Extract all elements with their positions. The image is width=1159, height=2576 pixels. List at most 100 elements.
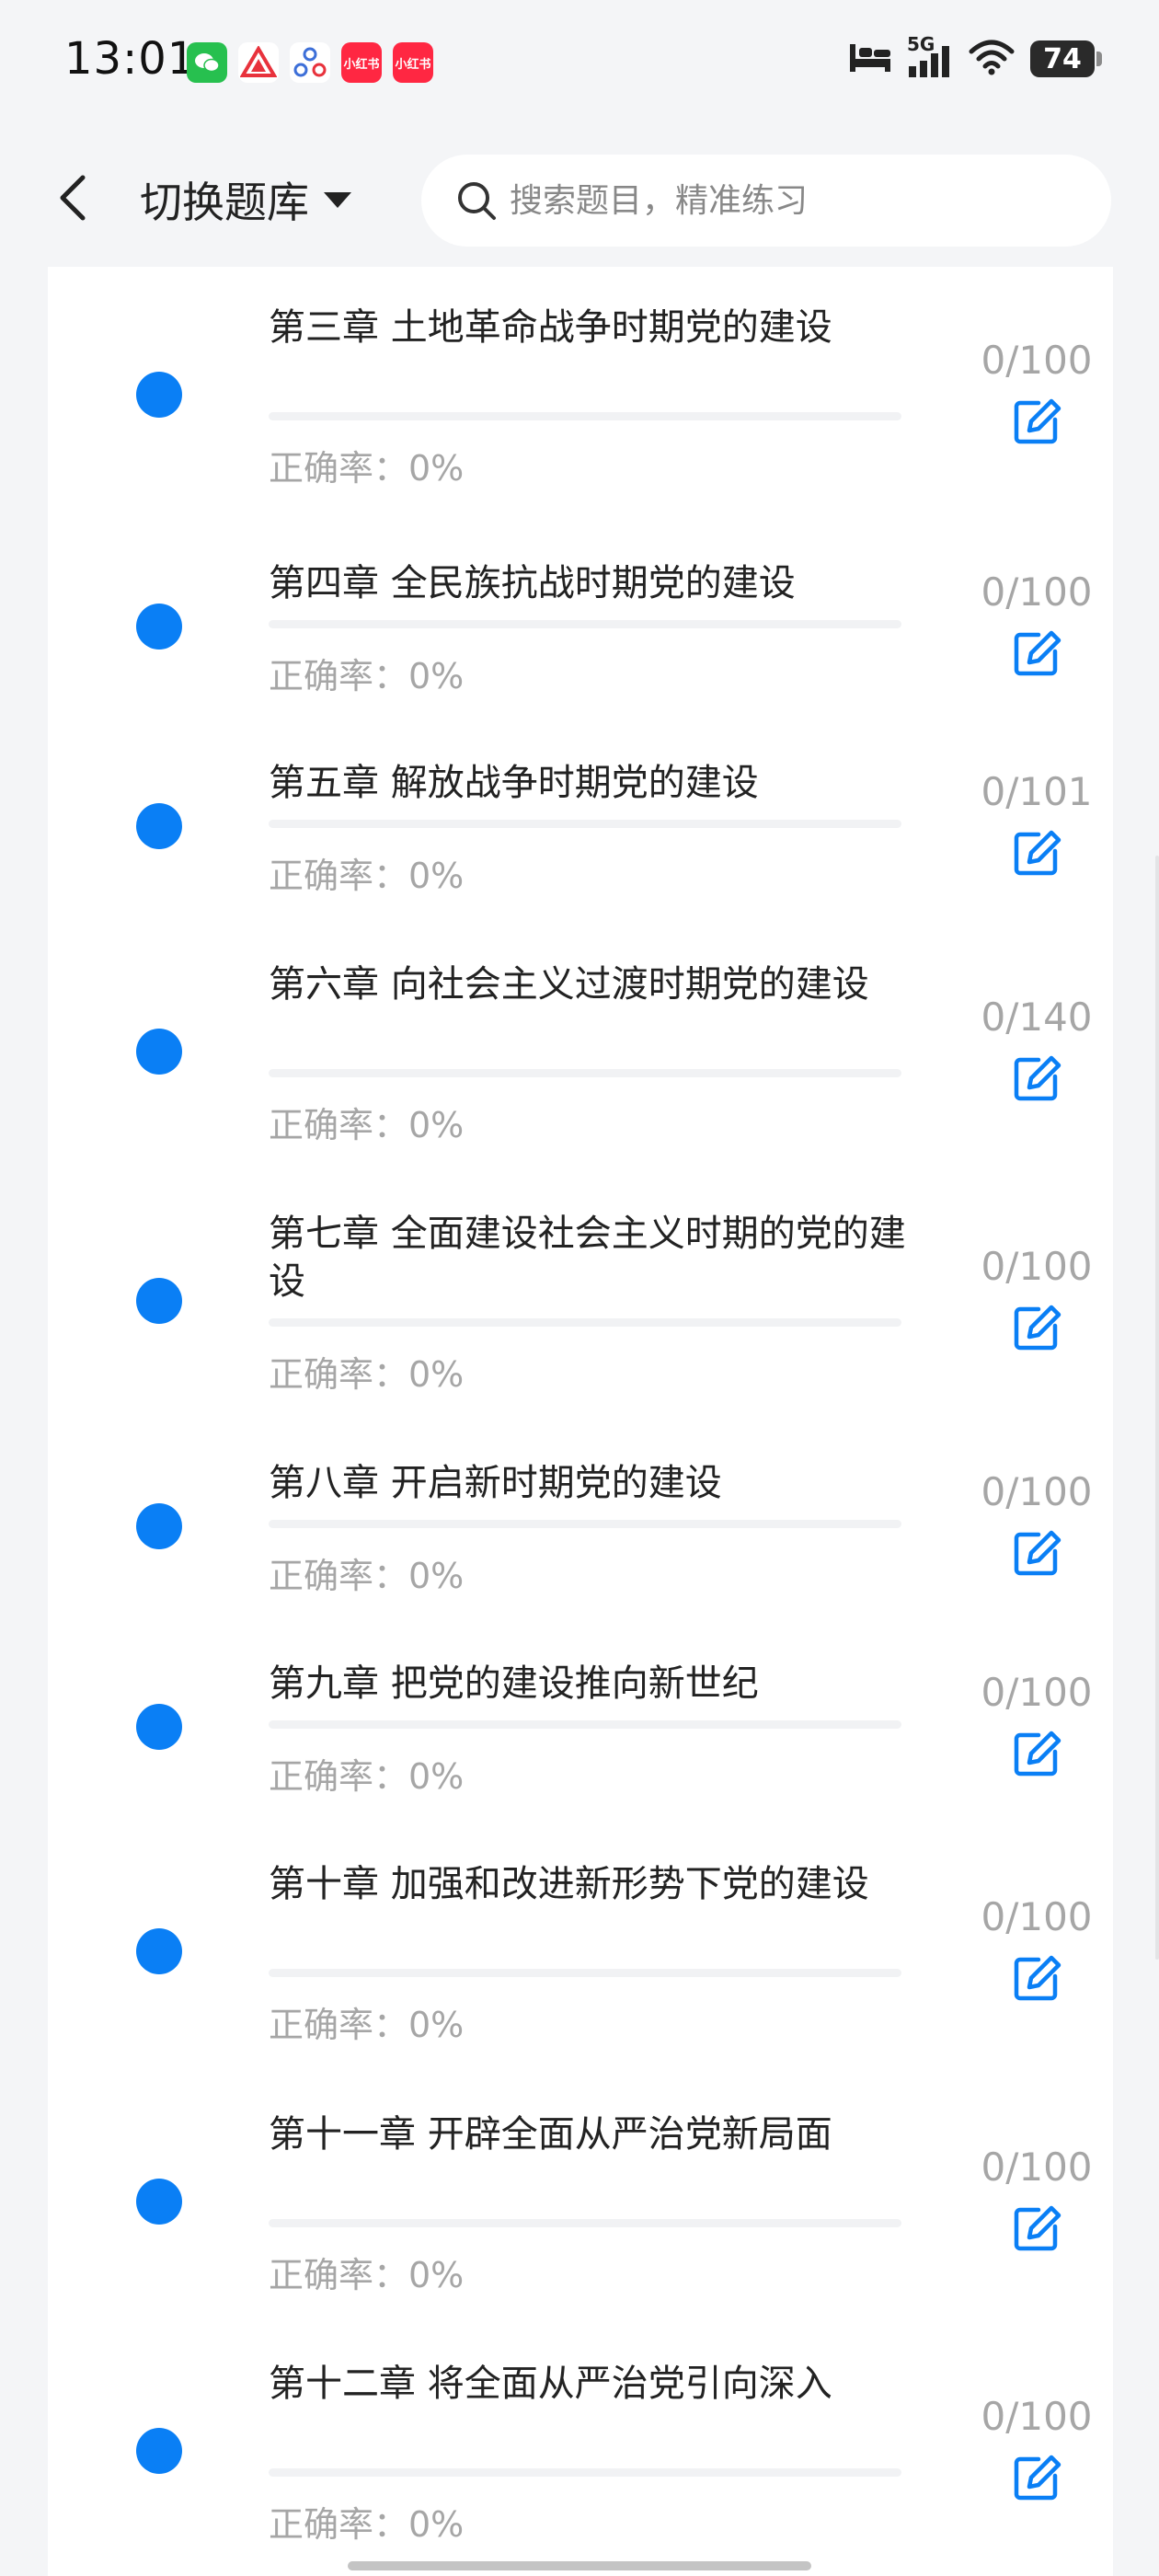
top-nav-bar: 切换题库: [0, 129, 1159, 267]
chapter-question-count: 0/100: [981, 1244, 1093, 1289]
chapter-accuracy: 正确率：0%: [269, 2255, 465, 2295]
practice-edit-button[interactable]: [1001, 385, 1073, 457]
chapter-progress-bar: [269, 1969, 901, 1977]
chapter-accuracy: 正确率：0%: [269, 1354, 465, 1395]
caret-down-icon: [324, 192, 351, 208]
chapter-accuracy: 正确率：0%: [269, 656, 465, 696]
practice-edit-button[interactable]: [1001, 1292, 1073, 1363]
chapter-dot: [136, 1029, 182, 1075]
chapter-dot: [136, 1704, 182, 1750]
nodes-app-icon: [290, 42, 330, 83]
chapter-dot: [136, 372, 182, 418]
edit-icon: [1014, 630, 1061, 676]
chapter-question-count: 0/100: [981, 569, 1093, 615]
chapter-title: 第三章 土地革命战争时期党的建设: [269, 306, 832, 349]
signal-icon: 5G: [907, 33, 953, 79]
chapter-title: 第八章 开启新时期党的建设: [269, 1462, 722, 1504]
switch-question-bank-button[interactable]: 切换题库: [140, 169, 353, 230]
chapter-item[interactable]: 第十章 加强和改进新形势下党的建设 正确率：0% 0/100: [48, 1860, 1113, 2045]
search-bar[interactable]: [421, 155, 1111, 247]
status-time: 13:01: [64, 33, 197, 85]
chapter-dot: [136, 2179, 182, 2225]
chapter-question-count: 0/100: [981, 338, 1093, 383]
chapter-progress-bar: [269, 1520, 901, 1528]
chapter-progress-bar: [269, 1720, 901, 1729]
xiaohongshu-label: 小红书: [395, 57, 431, 72]
practice-edit-button[interactable]: [1001, 817, 1073, 889]
xiaohongshu-label: 小红书: [343, 57, 380, 72]
chapter-accuracy: 正确率：0%: [269, 2504, 465, 2545]
chapter-item[interactable]: 第八章 开启新时期党的建设 正确率：0% 0/100: [48, 1459, 1113, 1596]
chapter-question-count: 0/100: [981, 2394, 1093, 2439]
practice-edit-button[interactable]: [1001, 617, 1073, 689]
chapter-progress-bar: [269, 2468, 901, 2477]
chapter-question-count: 0/100: [981, 2145, 1093, 2190]
chapter-item[interactable]: 第十二章 将全面从严治党引向深入 正确率：0% 0/100: [48, 2360, 1113, 2545]
wechat-icon: [187, 42, 227, 83]
back-button[interactable]: [37, 161, 110, 235]
chapter-accuracy: 正确率：0%: [269, 448, 465, 489]
practice-edit-button[interactable]: [1001, 1942, 1073, 2014]
chapter-title: 第六章 向社会主义过渡时期党的建设: [269, 963, 869, 1006]
chapter-title: 第七章 全面建设社会主义时期的党的建设: [269, 1213, 906, 1303]
wifi-icon: [968, 39, 1016, 79]
practice-edit-button[interactable]: [1001, 1042, 1073, 1114]
practice-edit-button[interactable]: [1001, 1517, 1073, 1589]
chevron-left-icon: [60, 175, 86, 221]
practice-edit-button[interactable]: [1001, 2442, 1073, 2513]
edit-icon: [1014, 2455, 1061, 2501]
chapter-progress-bar: [269, 1318, 901, 1327]
notification-icons: 小红书 小红书: [187, 42, 433, 83]
chapter-dot: [136, 1503, 182, 1549]
status-indicators: 5G 74: [848, 33, 1102, 79]
chapter-title: 第十章 加强和改进新形势下党的建设: [269, 1863, 869, 1905]
chapter-item[interactable]: 第十一章 开辟全面从严治党新局面 正确率：0% 0/100: [48, 2110, 1113, 2295]
home-indicator[interactable]: [348, 2561, 811, 2570]
practice-edit-button[interactable]: [1001, 1718, 1073, 1789]
edit-icon: [1014, 1530, 1061, 1576]
edit-icon: [1014, 398, 1061, 444]
chapter-dot: [136, 1928, 182, 1974]
chapter-item[interactable]: 第九章 把党的建设推向新世纪 正确率：0% 0/100: [48, 1660, 1113, 1797]
search-input[interactable]: [508, 180, 1082, 221]
status-bar: 13:01 小红书 小红书 5G 74: [0, 0, 1159, 129]
chapter-item[interactable]: 第四章 全民族抗战时期党的建设 正确率：0% 0/100: [48, 559, 1113, 696]
edit-icon: [1014, 1731, 1061, 1777]
chapter-question-count: 0/100: [981, 1670, 1093, 1715]
chapter-progress-bar: [269, 2219, 901, 2227]
chapter-item[interactable]: 第五章 解放战争时期党的建设 正确率：0% 0/101: [48, 759, 1113, 896]
battery-indicator: 74: [1030, 40, 1102, 77]
chapter-accuracy: 正确率：0%: [269, 1556, 465, 1596]
practice-edit-button[interactable]: [1001, 2192, 1073, 2264]
chapter-accuracy: 正确率：0%: [269, 1105, 465, 1145]
chapter-dot: [136, 803, 182, 849]
chapter-dot: [136, 2428, 182, 2474]
chapter-title: 第五章 解放战争时期党的建设: [269, 762, 759, 804]
scrollbar[interactable]: [1155, 856, 1159, 1960]
chapter-item[interactable]: 第三章 土地革命战争时期党的建设 正确率：0% 0/100: [48, 304, 1113, 489]
chapter-progress-bar: [269, 412, 901, 420]
search-icon: [458, 182, 496, 220]
chapter-accuracy: 正确率：0%: [269, 2005, 465, 2045]
chapter-item[interactable]: 第七章 全面建设社会主义时期的党的建设正确率：0% 0/100: [48, 1210, 1113, 1395]
chapter-question-count: 0/100: [981, 1469, 1093, 1514]
xiaohongshu-icon: 小红书: [341, 42, 382, 83]
chapter-question-count: 0/101: [981, 769, 1093, 814]
chapter-progress-bar: [269, 820, 901, 828]
chapter-dot: [136, 604, 182, 650]
chapter-question-count: 0/140: [981, 995, 1093, 1040]
edit-icon: [1014, 1955, 1061, 2001]
xiaohongshu-icon: 小红书: [393, 42, 433, 83]
edit-icon: [1014, 1305, 1061, 1351]
chapter-item[interactable]: 第六章 向社会主义过渡时期党的建设 正确率：0% 0/140: [48, 960, 1113, 1145]
chapter-scroll-area[interactable]: 第三章 土地革命战争时期党的建设 正确率：0% 0/100 第四章 全民族抗战时期党的…: [0, 267, 1159, 2576]
chapter-title: 第十一章 开辟全面从严治党新局面: [269, 2113, 832, 2156]
battery-level: 74: [1043, 42, 1082, 75]
chapter-card: 第三章 土地革命战争时期党的建设 正确率：0% 0/100 第四章 全民族抗战时期党的…: [48, 267, 1113, 2576]
triangle-app-icon: [238, 42, 279, 83]
chapter-progress-bar: [269, 1069, 901, 1077]
chapter-title: 第九章 把党的建设推向新世纪: [269, 1662, 759, 1705]
chapter-accuracy: 正确率：0%: [269, 856, 465, 896]
chapter-title: 第十二章 将全面从严治党引向深入: [269, 2363, 832, 2405]
edit-icon: [1014, 1055, 1061, 1101]
